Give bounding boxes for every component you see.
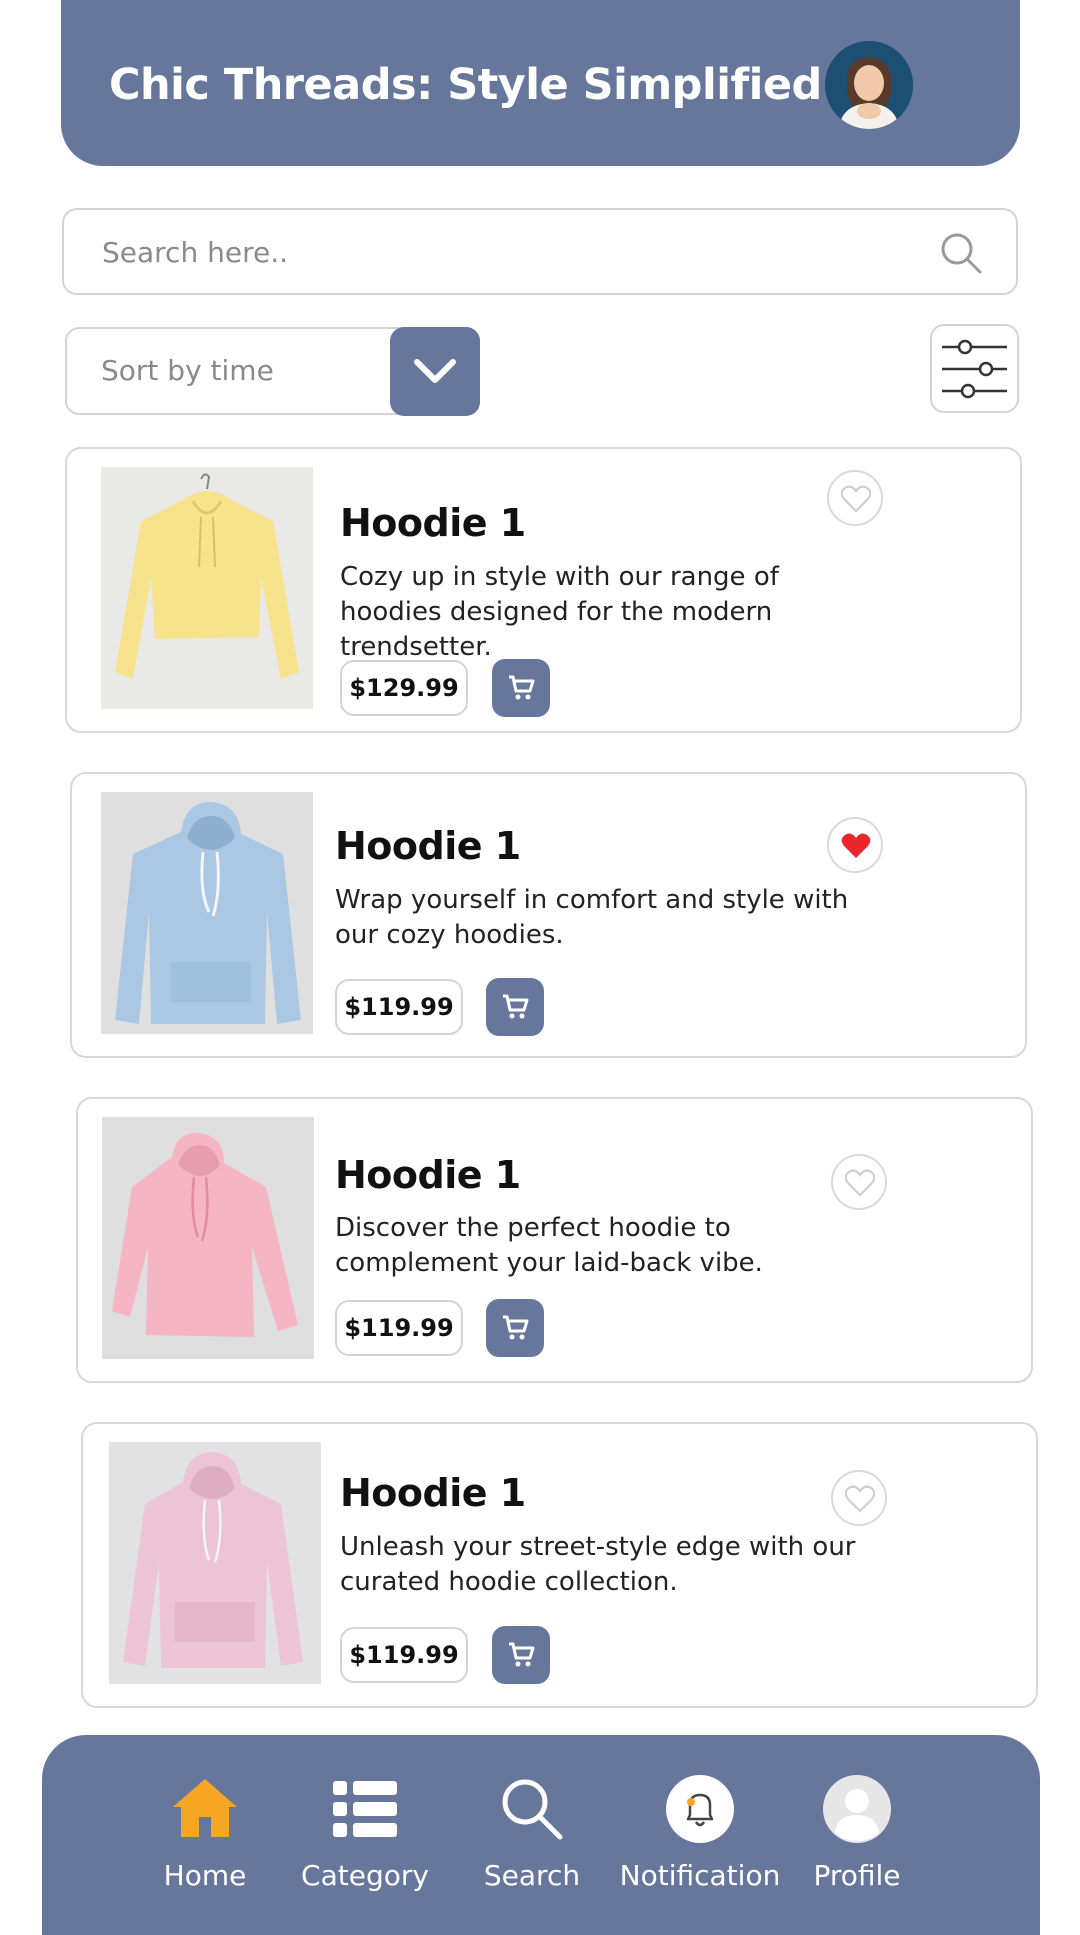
favorite-button[interactable] xyxy=(831,1154,887,1210)
nav-home[interactable]: Home xyxy=(120,1775,290,1892)
favorite-button[interactable] xyxy=(827,470,883,526)
page-title: Chic Threads: Style Simplified xyxy=(109,60,822,110)
product-description: Wrap yourself in comfort and style with … xyxy=(335,885,849,950)
nav-notification-label: Notification xyxy=(619,1859,781,1892)
heart-outline-icon xyxy=(845,1169,875,1197)
filter-button[interactable] xyxy=(930,324,1019,413)
avatar[interactable] xyxy=(825,41,913,129)
bottom-navigation: Home Category Search Notification Profil… xyxy=(42,1735,1040,1935)
nav-profile-label: Profile xyxy=(813,1859,901,1892)
add-to-cart-button[interactable] xyxy=(492,1626,550,1684)
product-card[interactable]: Hoodie 1 Discover the perfect hoodie to … xyxy=(76,1097,1033,1383)
price-tag: $119.99 xyxy=(335,1300,463,1356)
favorite-button[interactable] xyxy=(827,817,883,873)
nav-category[interactable]: Category xyxy=(280,1775,450,1892)
product-card[interactable]: Hoodie 1 Unleash your street-style edge … xyxy=(81,1422,1038,1708)
nav-notification[interactable]: Notification xyxy=(615,1775,785,1892)
product-image xyxy=(102,1117,314,1359)
add-to-cart-button[interactable] xyxy=(492,659,550,717)
product-name: Hoodie 1 xyxy=(340,501,526,545)
sliders-icon xyxy=(942,339,1007,399)
search-icon xyxy=(498,1775,566,1843)
product-name: Hoodie 1 xyxy=(335,1153,521,1197)
heart-outline-icon xyxy=(841,485,871,513)
add-to-cart-button[interactable] xyxy=(486,978,544,1036)
cart-icon xyxy=(509,675,535,700)
price-tag: $129.99 xyxy=(340,660,468,716)
nav-search-label: Search xyxy=(483,1859,581,1892)
nav-search[interactable]: Search xyxy=(447,1775,617,1892)
product-image xyxy=(109,1442,321,1684)
avatar-image xyxy=(825,41,913,129)
search-input[interactable] xyxy=(100,210,904,295)
sort-label: Sort by time xyxy=(101,354,274,387)
sort-dropdown-button[interactable] xyxy=(390,327,480,416)
product-description: Unleash your street-style edge with our … xyxy=(340,1532,856,1597)
product-image xyxy=(101,792,313,1034)
bell-icon xyxy=(666,1775,734,1843)
chevron-down-icon xyxy=(414,359,456,383)
list-icon xyxy=(331,1775,399,1843)
cart-icon xyxy=(509,1642,535,1667)
nav-profile[interactable]: Profile xyxy=(772,1775,942,1892)
user-icon xyxy=(823,1775,891,1843)
product-image xyxy=(101,467,313,709)
product-description: Discover the perfect hoodie to complemen… xyxy=(335,1213,763,1278)
price-tag: $119.99 xyxy=(340,1627,468,1683)
search-bar xyxy=(62,208,1018,295)
heart-filled-icon xyxy=(841,833,871,858)
search-icon[interactable] xyxy=(938,230,984,276)
nav-category-label: Category xyxy=(301,1859,429,1892)
heart-outline-icon xyxy=(845,1485,875,1513)
product-name: Hoodie 1 xyxy=(340,1471,526,1515)
home-icon xyxy=(171,1775,239,1843)
product-card[interactable]: Hoodie 1 Cozy up in style with our range… xyxy=(65,447,1022,733)
product-description: Cozy up in style with our range of hoodi… xyxy=(340,562,779,662)
favorite-button[interactable] xyxy=(831,1470,887,1526)
product-name: Hoodie 1 xyxy=(335,824,521,868)
add-to-cart-button[interactable] xyxy=(486,1299,544,1357)
cart-icon xyxy=(503,994,529,1019)
app-header: Chic Threads: Style Simplified xyxy=(61,0,1020,166)
cart-icon xyxy=(503,1315,529,1340)
product-card[interactable]: Hoodie 1 Wrap yourself in comfort and st… xyxy=(70,772,1027,1058)
price-tag: $119.99 xyxy=(335,979,463,1035)
nav-home-label: Home xyxy=(163,1859,247,1892)
